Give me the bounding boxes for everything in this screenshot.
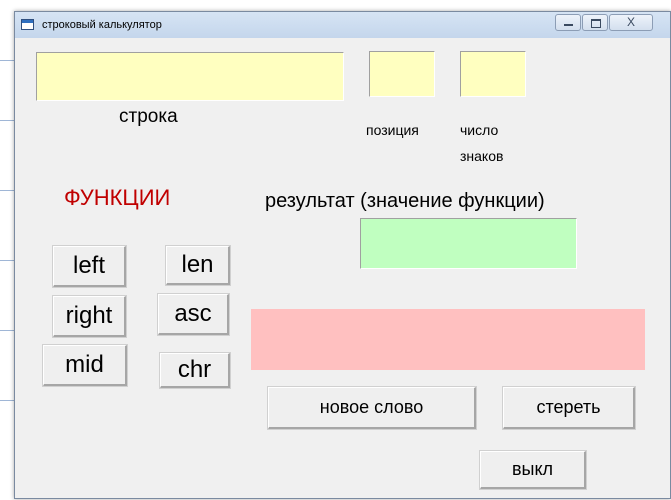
result-field[interactable] [360,218,577,269]
char-count-label-line1: число [460,122,499,138]
background-line [0,330,14,331]
background-line [0,60,14,61]
background-line [0,190,14,191]
exit-button[interactable]: выкл [479,450,587,490]
functions-label: ФУНКЦИИ [64,185,171,210]
char-count-input[interactable] [460,51,526,97]
background-line [0,120,14,121]
close-button[interactable]: X [609,14,653,31]
left-button[interactable]: left [52,245,127,288]
string-input[interactable] [36,52,344,101]
app-window: строковый калькулятор X строка позиция ч… [14,11,671,499]
result-label: результат (значение функции) [265,190,545,212]
len-button[interactable]: len [165,245,231,286]
close-icon: X [626,15,635,29]
maximize-button[interactable] [582,14,608,31]
new-word-button[interactable]: новое слово [267,386,477,430]
right-button[interactable]: right [52,295,127,338]
output-field[interactable] [251,309,645,370]
position-label: позиция [366,122,419,138]
minimize-button[interactable] [555,14,581,31]
mid-button[interactable]: mid [42,344,128,387]
chr-button[interactable]: chr [159,352,231,389]
position-input[interactable] [369,51,435,97]
title-bar[interactable]: строковый калькулятор X [15,12,670,38]
char-count-label-line2: знаков [460,148,504,164]
app-window-icon [21,19,34,30]
clear-button[interactable]: стереть [502,386,636,430]
background-line [0,400,14,401]
background-line [0,260,14,261]
string-label: строка [119,106,178,127]
asc-button[interactable]: asc [157,293,230,336]
window-title: строковый калькулятор [42,19,162,31]
